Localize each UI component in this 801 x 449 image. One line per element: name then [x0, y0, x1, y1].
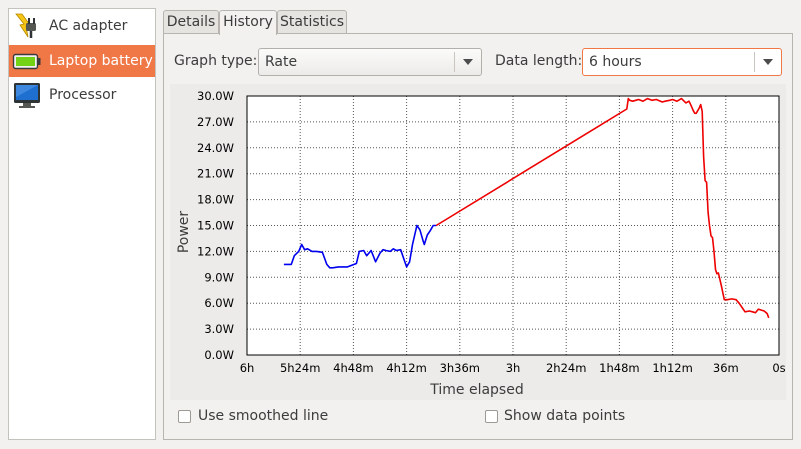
power-history-graph: 30.0W 27.0W 24.0W 21.0W 18.0W 15.0W 12.0W 9.0W 6… — [170, 84, 786, 400]
x-tick-label: 3h36m — [440, 361, 480, 375]
y-tick-label: 12.0W — [197, 244, 234, 258]
y-tick-label: 15.0W — [197, 219, 234, 233]
x-tick-label: 0s — [772, 361, 785, 375]
x-tick-label: 4h12m — [386, 361, 426, 375]
y-tick-label: 24.0W — [197, 141, 234, 155]
y-axis-label: Power — [176, 211, 192, 254]
y-tick-label: 18.0W — [197, 193, 234, 207]
data-points-checkbox[interactable] — [485, 410, 498, 423]
y-tick-label: 30.0W — [197, 89, 234, 103]
y-tick-label: 0.0W — [204, 348, 234, 362]
smoothed-line-checkbox[interactable] — [178, 410, 191, 423]
x-tick-label: 1h48m — [599, 361, 639, 375]
x-tick-label: 6h — [240, 361, 255, 375]
y-tick-label: 6.0W — [204, 296, 234, 310]
x-tick-label: 36m — [713, 361, 739, 375]
x-tick-label: 2h24m — [546, 361, 586, 375]
y-tick-label: 21.0W — [197, 167, 234, 181]
data-points-label: Show data points — [504, 408, 626, 424]
y-tick-label: 9.0W — [204, 270, 234, 284]
x-tick-label: 4h48m — [333, 361, 373, 375]
x-tick-label: 3h — [506, 361, 521, 375]
x-tick-label: 1h12m — [652, 361, 692, 375]
smoothed-line-label: Use smoothed line — [198, 408, 329, 424]
y-tick-label: 3.0W — [204, 322, 234, 336]
y-tick-label: 27.0W — [197, 115, 234, 129]
x-axis-label: Time elapsed — [429, 382, 523, 398]
tab-history[interactable]: History — [219, 10, 277, 35]
x-tick-label: 5h24m — [280, 361, 320, 375]
